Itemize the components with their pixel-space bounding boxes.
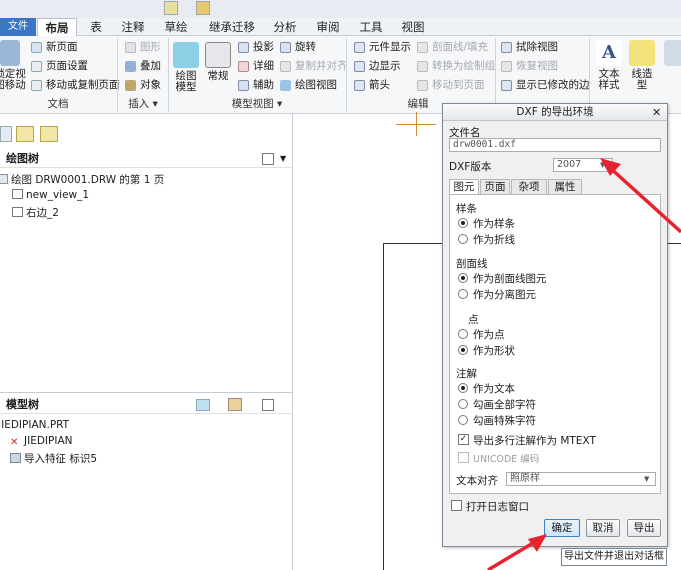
arrow-to-version	[600, 158, 681, 234]
arrow-to-ok-button	[487, 534, 547, 570]
annotation-arrows	[487, 158, 681, 570]
